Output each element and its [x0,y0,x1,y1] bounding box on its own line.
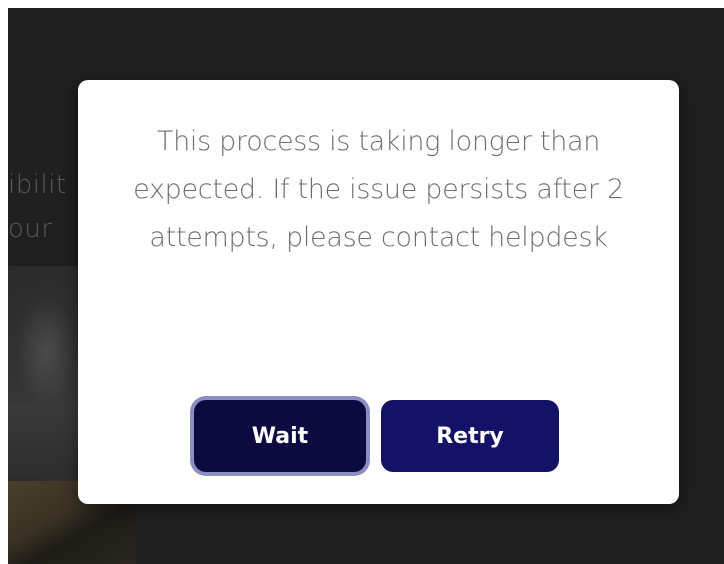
app-viewport: ibilit our This process is taking longer… [8,8,724,564]
timeout-dialog: This process is taking longer than expec… [78,80,679,504]
background-image-highlight [16,296,76,406]
background-text-fragment: ibilit [8,170,67,200]
background-text-fragment: our [8,214,53,244]
retry-button[interactable]: Retry [381,400,559,472]
wait-button[interactable]: Wait [194,400,366,472]
dialog-message: This process is taking longer than expec… [133,126,624,253]
